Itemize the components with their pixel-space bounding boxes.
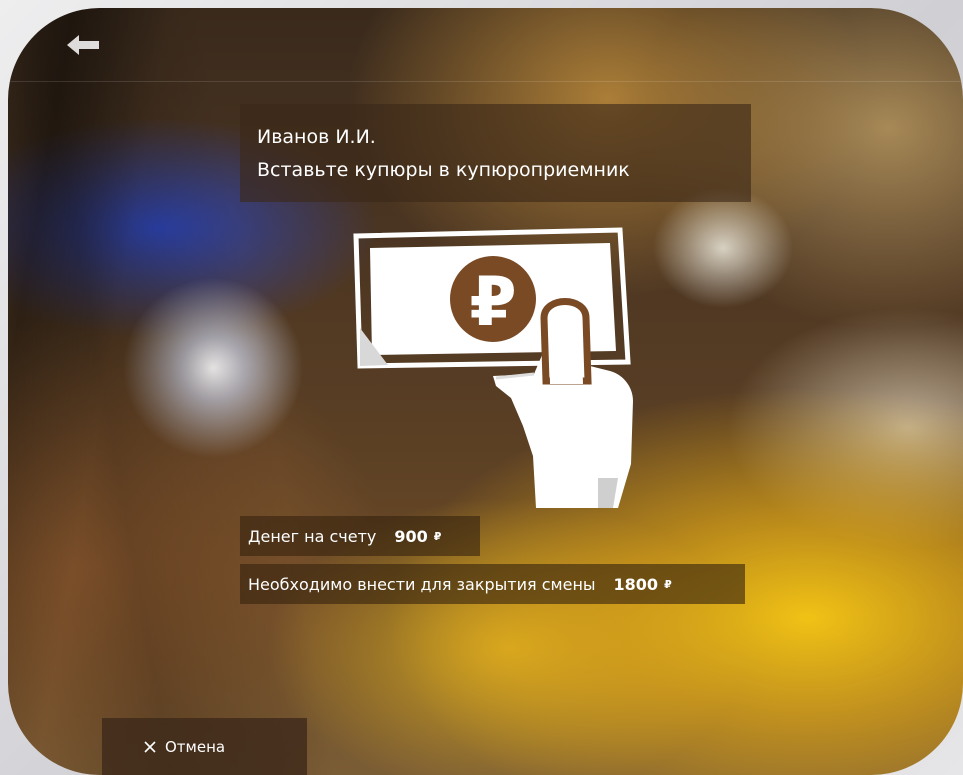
instruction-panel: Иванов И.И. Вставьте купюры в купюроприе…: [240, 104, 751, 202]
instruction-text: Вставьте купюры в купюроприемник: [257, 159, 630, 181]
required-amount-row: Необходимо внести для закрытия смены 180…: [240, 564, 745, 604]
back-arrow-icon[interactable]: [65, 33, 101, 57]
close-icon: [144, 740, 156, 753]
kiosk-screen: Иванов И.И. Вставьте купюры в купюроприе…: [8, 8, 963, 775]
required-label: Необходимо внести для закрытия смены: [248, 574, 596, 594]
device-frame: Иванов И.И. Вставьте купюры в купюроприе…: [0, 0, 963, 775]
balance-label: Денег на счету: [248, 526, 377, 546]
cancel-label: Отмена: [165, 737, 226, 756]
ruble-symbol: ₽: [469, 263, 516, 342]
required-value: 1800: [613, 574, 659, 594]
balance-currency: ₽: [433, 529, 442, 543]
balance-row: Денег на счету 900 ₽: [240, 516, 480, 556]
cashier-name: Иванов И.И.: [257, 126, 376, 148]
banknote-ruble-hand-icon: ₽: [353, 227, 633, 508]
required-currency: ₽: [664, 577, 672, 591]
cancel-button[interactable]: Отмена: [102, 718, 307, 775]
balance-value: 900: [394, 526, 428, 546]
top-bar-divider: [8, 81, 963, 82]
